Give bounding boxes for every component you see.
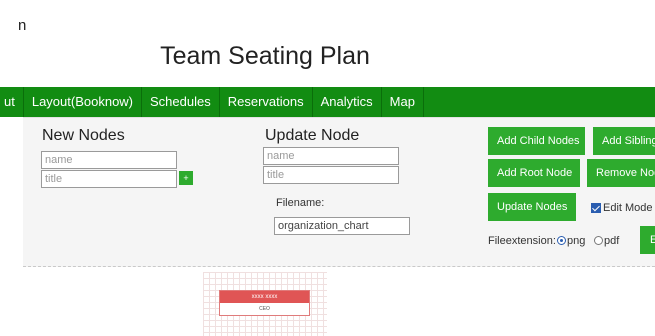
node-name-label: xxxx xxxx	[220, 291, 309, 303]
update-nodes-button[interactable]: Update Nodes	[488, 193, 576, 221]
panel-divider	[23, 266, 655, 267]
nav-item-reservations[interactable]: Reservations	[220, 87, 313, 117]
add-siblings-button[interactable]: Add Siblings	[593, 127, 655, 155]
org-chart-node[interactable]: xxxx xxxx CEO	[219, 290, 310, 316]
filename-label: Filename:	[276, 197, 325, 209]
node-title-label: CEO	[259, 306, 270, 312]
update-node-name-input[interactable]	[263, 147, 399, 165]
add-root-node-button[interactable]: Add Root Node	[488, 159, 580, 187]
update-node-heading: Update Node	[265, 127, 360, 144]
top-bar: n	[0, 0, 655, 40]
pdf-radio[interactable]	[594, 236, 603, 245]
png-radio[interactable]	[557, 236, 566, 245]
nav-item-layout-partial[interactable]: ut	[0, 87, 24, 117]
remove-nodes-button[interactable]: Remove Nodes	[587, 159, 655, 187]
nav-item-layout-booknow[interactable]: Layout(Booknow)	[24, 87, 143, 117]
edit-mode-checkbox[interactable]	[591, 203, 601, 213]
filename-input[interactable]	[274, 217, 410, 235]
add-child-nodes-button[interactable]: Add Child Nodes	[488, 127, 585, 155]
nav-item-analytics[interactable]: Analytics	[313, 87, 382, 117]
page-title: Team Seating Plan	[160, 42, 370, 70]
add-new-node-button[interactable]: +	[179, 171, 193, 185]
app-name-fragment: n	[18, 17, 27, 34]
new-node-title-input[interactable]	[41, 170, 177, 188]
edit-mode-label: Edit Mode	[603, 202, 653, 214]
update-node-title-input[interactable]	[263, 166, 399, 184]
file-extension-label: Fileextension:	[488, 235, 556, 247]
page: n Team Seating Plan ut Layout(Booknow) S…	[0, 0, 655, 336]
new-node-name-input[interactable]	[41, 151, 177, 169]
export-button[interactable]: E	[640, 226, 655, 254]
png-option-label: png	[567, 235, 586, 247]
pdf-option-label: pdf	[604, 235, 620, 247]
nav-item-map[interactable]: Map	[382, 87, 424, 117]
nav-item-schedules[interactable]: Schedules	[142, 87, 220, 117]
main-nav: ut Layout(Booknow) Schedules Reservation…	[0, 87, 655, 117]
new-nodes-heading: New Nodes	[42, 127, 125, 144]
